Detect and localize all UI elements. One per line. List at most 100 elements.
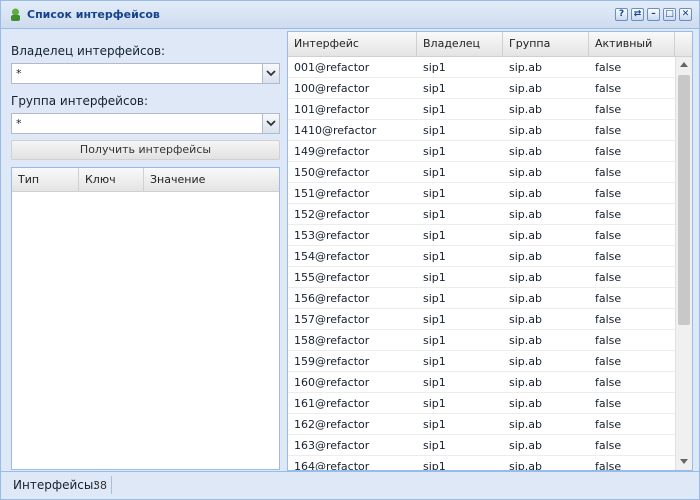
table-row[interactable]: 160@refactor sip1 sip.ab false — [288, 372, 675, 393]
scroll-thumb[interactable] — [678, 75, 690, 325]
cell-group: sip.ab — [509, 145, 542, 158]
cell-active: false — [595, 313, 622, 326]
interfaces-grid-header: Интерфейс Владелец Группа Активный — [288, 32, 692, 57]
group-combo[interactable]: * — [11, 113, 280, 134]
table-row[interactable]: 100@refactor sip1 sip.ab false — [288, 78, 675, 99]
group-value: * — [16, 117, 22, 130]
cell-owner: sip1 — [423, 82, 446, 95]
cell-owner: sip1 — [423, 208, 446, 221]
maximize-button[interactable]: □ — [663, 8, 676, 21]
column-type[interactable]: Тип — [12, 168, 79, 191]
cell-interface: 158@refactor — [294, 334, 370, 347]
table-row[interactable]: 154@refactor sip1 sip.ab false — [288, 246, 675, 267]
cell-active: false — [595, 439, 622, 452]
table-row[interactable]: 164@refactor sip1 sip.ab false — [288, 456, 675, 470]
scroll-up-button[interactable] — [676, 57, 692, 73]
cell-group: sip.ab — [509, 229, 542, 242]
interfaces-grid-body: 001@refactor sip1 sip.ab false 100@refactor s… — [288, 57, 675, 470]
owner-dropdown-button[interactable] — [262, 64, 279, 83]
table-row[interactable]: 149@refactor sip1 sip.ab false — [288, 141, 675, 162]
table-row[interactable]: 163@refactor sip1 sip.ab false — [288, 435, 675, 456]
owner-value: * — [16, 67, 22, 80]
cell-owner: sip1 — [423, 271, 446, 284]
cell-interface: 154@refactor — [294, 250, 370, 263]
cell-active: false — [595, 292, 622, 305]
cell-active: false — [595, 250, 622, 263]
table-row[interactable]: 001@refactor sip1 sip.ab false — [288, 57, 675, 78]
cell-group: sip.ab — [509, 124, 542, 137]
cell-interface: 101@refactor — [294, 103, 370, 116]
cell-active: false — [595, 397, 622, 410]
cell-owner: sip1 — [423, 250, 446, 263]
table-row[interactable]: 157@refactor sip1 sip.ab false — [288, 309, 675, 330]
table-row[interactable]: 156@refactor sip1 sip.ab false — [288, 288, 675, 309]
app-icon — [11, 8, 20, 21]
table-row[interactable]: 155@refactor sip1 sip.ab false — [288, 267, 675, 288]
cell-group: sip.ab — [509, 397, 542, 410]
cell-owner: sip1 — [423, 292, 446, 305]
refresh-button[interactable]: ⇄ — [631, 8, 644, 21]
get-interfaces-button[interactable]: Получить интерфейсы — [11, 140, 280, 160]
cell-interface: 152@refactor — [294, 208, 370, 221]
cell-interface: 001@refactor — [294, 61, 370, 74]
vertical-scrollbar[interactable] — [675, 57, 692, 470]
cell-owner: sip1 — [423, 355, 446, 368]
table-row[interactable]: 161@refactor sip1 sip.ab false — [288, 393, 675, 414]
help-button[interactable]: ? — [615, 8, 628, 21]
column-value[interactable]: Значение — [144, 168, 279, 191]
cell-active: false — [595, 418, 622, 431]
cell-interface: 161@refactor — [294, 397, 370, 410]
filter-panel: Владелец интерфейсов: * Группа интерфейс… — [1, 30, 286, 471]
column-key[interactable]: Ключ — [79, 168, 144, 191]
cell-active: false — [595, 103, 622, 116]
cell-group: sip.ab — [509, 250, 542, 263]
table-row[interactable]: 158@refactor sip1 sip.ab false — [288, 330, 675, 351]
cell-active: false — [595, 208, 622, 221]
interface-count: 38 — [93, 479, 107, 492]
cell-group: sip.ab — [509, 82, 542, 95]
table-row[interactable]: 159@refactor sip1 sip.ab false — [288, 351, 675, 372]
cell-active: false — [595, 82, 622, 95]
properties-grid: Тип Ключ Значение — [11, 167, 280, 470]
cell-active: false — [595, 124, 622, 137]
cell-owner: sip1 — [423, 397, 446, 410]
table-row[interactable]: 152@refactor sip1 sip.ab false — [288, 204, 675, 225]
cell-owner: sip1 — [423, 376, 446, 389]
table-row[interactable]: 150@refactor sip1 sip.ab false — [288, 162, 675, 183]
cell-interface: 100@refactor — [294, 82, 370, 95]
cell-interface: 160@refactor — [294, 376, 370, 389]
cell-active: false — [595, 145, 622, 158]
column-owner[interactable]: Владелец — [417, 32, 503, 56]
cell-active: false — [595, 166, 622, 179]
table-row[interactable]: 1410@refactor sip1 sip.ab false — [288, 120, 675, 141]
interfaces-window: Список интерфейсов ? ⇄ – □ ✕ Владелец ин… — [0, 0, 700, 500]
chevron-down-icon — [266, 70, 276, 77]
cell-owner: sip1 — [423, 124, 446, 137]
table-row[interactable]: 151@refactor sip1 sip.ab false — [288, 183, 675, 204]
table-row[interactable]: 162@refactor sip1 sip.ab false — [288, 414, 675, 435]
cell-active: false — [595, 61, 622, 74]
table-row[interactable]: 101@refactor sip1 sip.ab false — [288, 99, 675, 120]
cell-owner: sip1 — [423, 229, 446, 242]
cell-interface: 151@refactor — [294, 187, 370, 200]
scroll-down-button[interactable] — [676, 454, 692, 470]
group-dropdown-button[interactable] — [262, 114, 279, 133]
cell-group: sip.ab — [509, 418, 542, 431]
cell-interface: 157@refactor — [294, 313, 370, 326]
column-active[interactable]: Активный — [589, 32, 675, 56]
cell-owner: sip1 — [423, 166, 446, 179]
table-row[interactable]: 153@refactor sip1 sip.ab false — [288, 225, 675, 246]
group-label: Группа интерфейсов: — [11, 94, 149, 108]
cell-active: false — [595, 376, 622, 389]
arrow-down-icon — [680, 459, 688, 464]
owner-combo[interactable]: * — [11, 63, 280, 84]
minimize-button[interactable]: – — [647, 8, 660, 21]
cell-owner: sip1 — [423, 187, 446, 200]
cell-group: sip.ab — [509, 355, 542, 368]
cell-active: false — [595, 334, 622, 347]
window-title: Список интерфейсов — [27, 8, 160, 21]
column-interface[interactable]: Интерфейс — [288, 32, 417, 56]
column-group[interactable]: Группа — [503, 32, 589, 56]
close-button[interactable]: ✕ — [679, 8, 692, 21]
cell-group: sip.ab — [509, 208, 542, 221]
